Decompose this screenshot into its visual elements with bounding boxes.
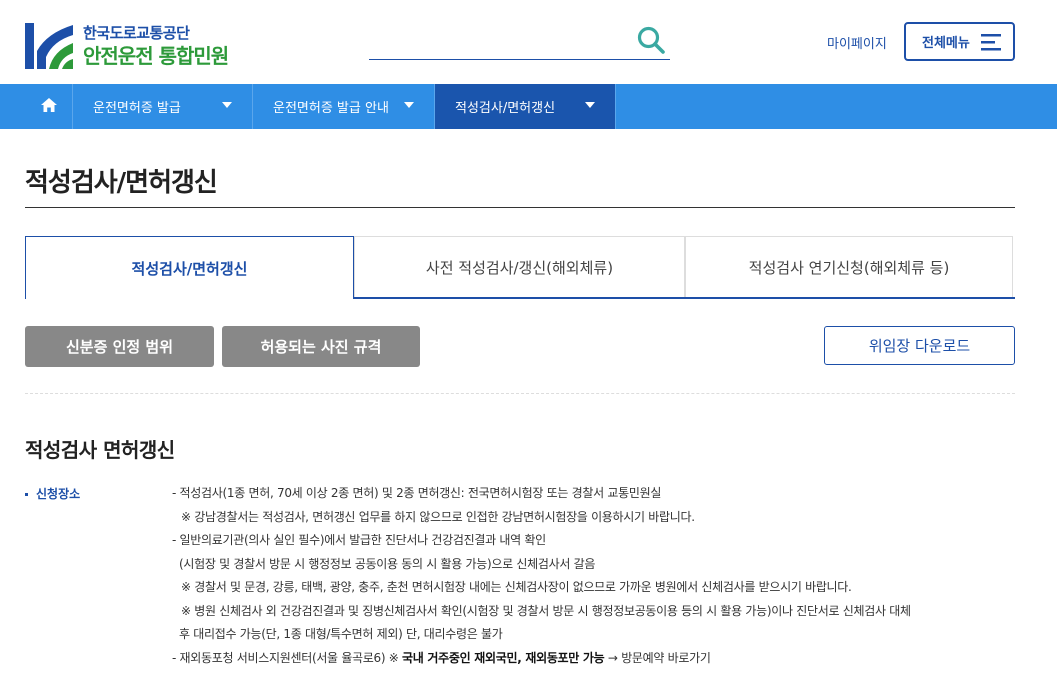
site-header: 한국도로교통공단 안전운전 통합민원 마이페이지 전체메뉴 [0, 0, 1057, 84]
search-icon[interactable] [636, 25, 666, 55]
info-line-prefix: - 재외동포청 서비스지원센터(서울 율곡로6) ※ [172, 650, 403, 665]
bullet-icon [25, 493, 28, 496]
info-label-text: 신청장소 [36, 487, 81, 501]
caret-down-icon [404, 102, 414, 108]
tab-pre-aptitude-overseas[interactable]: 사전 적성검사/갱신(해외체류) [354, 236, 685, 297]
info-lines: - 적성검사(1종 면허, 70세 이상 2종 면허) 및 2종 면허갱신: 전… [172, 482, 1022, 670]
info-line: 후 대리접수 가능(단, 1종 대형/특수면허 제외) 단, 대리수령은 불가 [179, 627, 503, 641]
info-line: (시험장 및 경찰서 방문 시 행정정보 공동이용 동의 시 활용 가능)으로 … [179, 556, 596, 571]
info-line: ※ 강남경찰서는 적성검사, 면허갱신 업무를 하지 않으므로 인접한 강남면허… [181, 509, 695, 524]
nav-home-button[interactable] [25, 84, 73, 129]
home-icon [40, 97, 57, 116]
info-line-emphasis: 국내 거주중인 재외국민, 재외동포만 가능 [402, 650, 605, 665]
nav-item-license-issue[interactable]: 운전면허증 발급 [73, 84, 253, 129]
info-line: ※ 경찰서 및 문경, 강릉, 태백, 광양, 충주, 춘천 면허시험장 내에는… [181, 580, 852, 594]
all-menu-button[interactable]: 전체메뉴 [904, 22, 1015, 61]
caret-down-icon [222, 102, 232, 108]
tab-aptitude-renewal[interactable]: 적성검사/면허갱신 [25, 236, 354, 299]
id-range-button[interactable]: 신분증 인정 범위 [25, 326, 214, 367]
logo-service-name: 안전운전 통합민원 [83, 44, 229, 68]
caret-down-icon [585, 102, 595, 108]
title-divider [25, 207, 1015, 208]
info-line: - 적성검사(1종 면허, 70세 이상 2종 면허) 및 2종 면허갱신: 전… [172, 486, 662, 500]
section-divider [25, 393, 1015, 394]
search-input[interactable] [369, 26, 629, 56]
nav-item-label: 적성검사/면허갱신 [455, 101, 556, 116]
nav-item-aptitude-renewal[interactable]: 적성검사/면허갱신 [435, 84, 616, 129]
info-line: ※ 병원 신체검사 외 건강검진결과 및 징병신체검사서 확인(시험장 및 경찰… [181, 603, 911, 618]
info-label-location: 신청장소 [25, 485, 80, 502]
nav-item-label: 운전면허증 발급 안내 [273, 101, 389, 116]
nav-item-label: 운전면허증 발급 [93, 101, 181, 116]
site-logo[interactable]: 한국도로교통공단 안전운전 통합민원 [25, 20, 255, 72]
section-title: 적성검사 면허갱신 [25, 438, 175, 462]
visit-reservation-link[interactable]: → 방문예약 바로가기 [604, 651, 711, 665]
search-box [369, 20, 670, 60]
all-menu-label: 전체메뉴 [922, 36, 970, 51]
info-line-last: - 재외동포청 서비스지원센터(서울 율곡로6) ※ 국내 거주중인 재외국민,… [172, 647, 1022, 671]
info-line: - 일반의료기관(의사 실인 필수)에서 발급한 진단서나 건강검진결과 내역 … [172, 533, 546, 547]
page-title: 적성검사/면허갱신 [25, 168, 218, 198]
logo-org-name: 한국도로교통공단 [83, 24, 190, 42]
nav-item-license-issue-guide[interactable]: 운전면허증 발급 안내 [253, 84, 435, 129]
mypage-link[interactable]: 마이페이지 [827, 33, 887, 52]
tab-aptitude-postpone[interactable]: 적성검사 연기신청(해외체류 등) [685, 236, 1013, 297]
hamburger-icon [981, 33, 1001, 51]
koroad-logo-icon [25, 21, 75, 71]
proxy-download-button[interactable]: 위임장 다운로드 [824, 326, 1015, 365]
main-nav: 운전면허증 발급 운전면허증 발급 안내 적성검사/면허갱신 [0, 84, 1057, 129]
photo-rules-button[interactable]: 허용되는 사진 규격 [222, 326, 420, 367]
content-tabs: 적성검사/면허갱신 사전 적성검사/갱신(해외체류) 적성검사 연기신청(해외체… [25, 236, 1015, 299]
logo-text: 한국도로교통공단 안전운전 통합민원 [83, 23, 229, 69]
